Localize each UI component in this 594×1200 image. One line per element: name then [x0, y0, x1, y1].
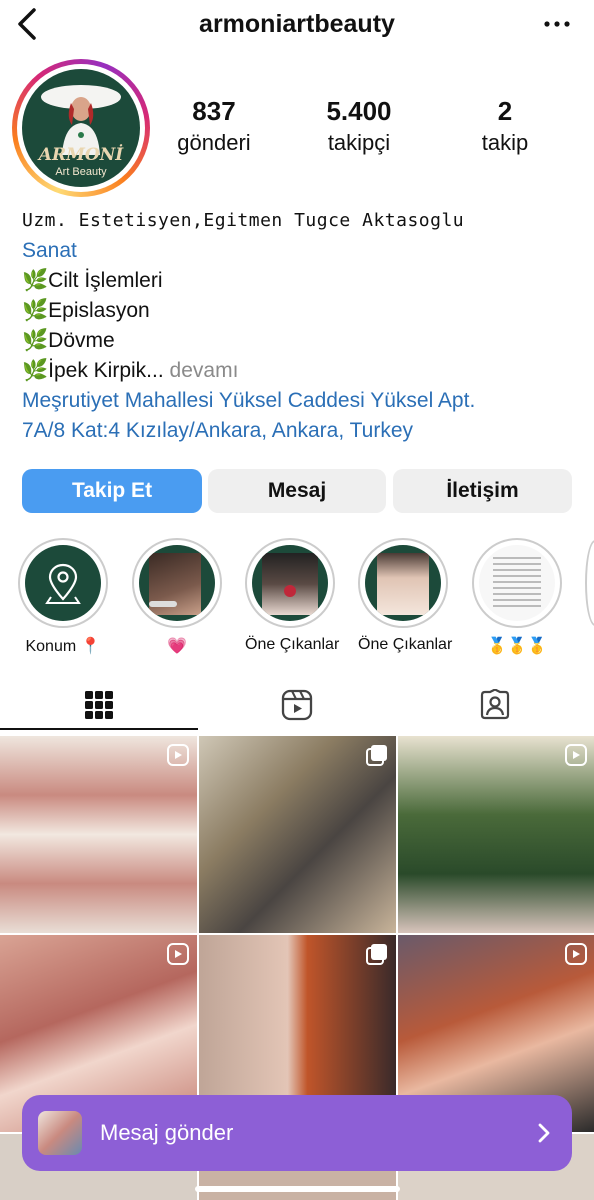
- tab-tagged[interactable]: [396, 680, 594, 730]
- bio-line: 🌿İpek Kirpik...: [22, 359, 164, 382]
- tagged-icon: [480, 689, 510, 720]
- message-thumbnail: [38, 1111, 82, 1155]
- bio-line: 🌿Cilt İşlemleri: [22, 269, 163, 292]
- bio-name: Uzm. Estetisyen,Egitmen Tugce Aktasoglu: [22, 210, 465, 231]
- highlight-medals[interactable]: 🥇🥇🥇: [472, 538, 562, 656]
- stat-followers-count: 5.400: [326, 96, 392, 126]
- highlight-label: 💗: [167, 638, 187, 655]
- stat-following[interactable]: 2 takip: [445, 96, 565, 158]
- bio-address-line1[interactable]: Meşrutiyet Mahallesi Yüksel Caddesi Yüks…: [22, 386, 582, 416]
- carousel-badge-icon: [366, 944, 387, 965]
- stat-followers-label: takipçi: [327, 130, 391, 155]
- grid-icon: [85, 691, 113, 719]
- profile-tabs: [0, 680, 594, 730]
- tab-posts[interactable]: [0, 680, 198, 730]
- carousel-badge-icon: [366, 745, 387, 766]
- stat-following-label: takip: [481, 130, 529, 155]
- bio-line: 🌿Dövme: [22, 329, 115, 352]
- highlight-label: Öne Çıkanlar: [358, 636, 453, 653]
- contact-button[interactable]: İletişim: [393, 469, 572, 513]
- bio-category[interactable]: Sanat: [22, 236, 582, 266]
- send-message-label: Mesaj gönder: [100, 1120, 234, 1145]
- bio-address-line2[interactable]: 7A/8 Kat:4 Kızılay/Ankara, Ankara, Turke…: [22, 416, 582, 446]
- highlight-label: Konum 📍: [25, 638, 101, 655]
- highlight-partial[interactable]: [585, 540, 594, 626]
- post-thumbnail[interactable]: [199, 736, 396, 933]
- reel-badge-icon: [167, 943, 189, 965]
- bio-line: 🌿Epislasyon: [22, 299, 150, 322]
- stat-following-count: 2: [497, 96, 513, 126]
- active-tab-indicator: [0, 728, 198, 730]
- post-thumbnail[interactable]: [398, 736, 594, 933]
- stat-followers[interactable]: 5.400 takipçi: [299, 96, 419, 158]
- tab-reels[interactable]: [198, 680, 396, 730]
- profile-username: armoniartbeauty: [199, 10, 395, 38]
- reel-badge-icon: [565, 744, 587, 766]
- home-indicator: [195, 1186, 400, 1192]
- logo-title: ARMONİ: [38, 145, 124, 165]
- stat-posts-label: gönderi: [177, 130, 251, 155]
- follow-button[interactable]: Takip Et: [22, 469, 202, 513]
- highlight-featured-2[interactable]: Öne Çıkanlar: [358, 538, 453, 654]
- logo-subtitle: Art Beauty: [55, 166, 107, 178]
- highlight-location[interactable]: Konum 📍: [18, 538, 108, 656]
- profile-bio: Uzm. Estetisyen,Egitmen Tugce Aktasoglu …: [22, 206, 582, 446]
- more-options-icon[interactable]: [542, 14, 572, 34]
- post-thumbnail[interactable]: [0, 736, 197, 933]
- reel-badge-icon: [565, 943, 587, 965]
- avatar-story-ring[interactable]: ARMONİ Art Beauty: [12, 59, 150, 197]
- top-bar: armoniartbeauty: [0, 0, 594, 50]
- chevron-right-icon: [538, 1123, 550, 1143]
- reel-badge-icon: [167, 744, 189, 766]
- stat-posts[interactable]: 837 gönderi: [154, 96, 274, 158]
- bio-line-last: 🌿İpek Kirpik... devamı: [22, 356, 582, 386]
- message-button[interactable]: Mesaj: [208, 469, 386, 513]
- highlight-featured-1[interactable]: Öne Çıkanlar: [245, 538, 340, 654]
- bio-more-link[interactable]: devamı: [170, 359, 239, 382]
- location-pin-icon: [45, 563, 81, 604]
- highlight-heart[interactable]: 💗: [132, 538, 222, 656]
- highlight-label: 🥇🥇🥇: [487, 638, 547, 655]
- highlight-label: Öne Çıkanlar: [245, 636, 340, 653]
- stat-posts-count: 837: [192, 96, 236, 126]
- avatar: ARMONİ Art Beauty: [22, 69, 140, 187]
- reels-icon: [281, 689, 313, 721]
- send-message-bar[interactable]: Mesaj gönder: [22, 1095, 572, 1171]
